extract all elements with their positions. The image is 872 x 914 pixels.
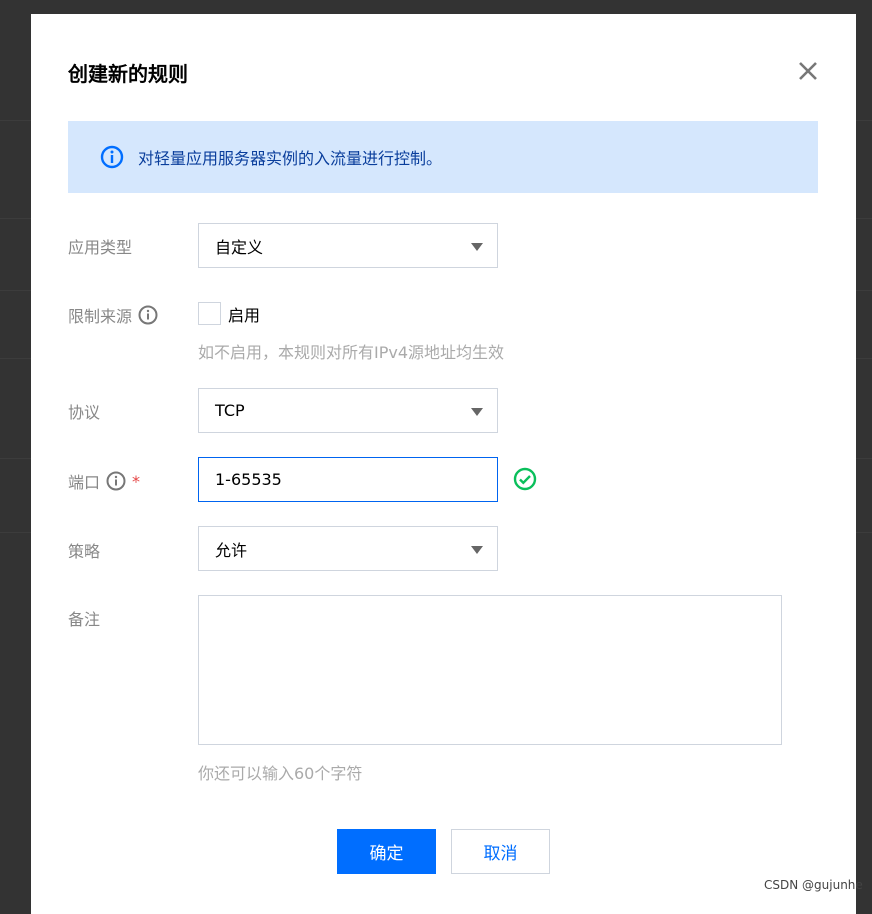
protocol-select[interactable]: TCP <box>198 388 498 433</box>
alert-text: 对轻量应用服务器实例的入流量进行控制。 <box>138 149 443 168</box>
remark-hint: 你还可以输入60个字符 <box>198 764 363 783</box>
check-circle-icon <box>513 467 537 491</box>
source-label: 限制来源 <box>68 303 158 327</box>
dialog-title: 创建新的规则 <box>68 62 188 86</box>
close-icon[interactable] <box>795 58 821 84</box>
create-rule-dialog: 创建新的规则 对轻量应用服务器实例的入流量进行控制。 应用类型 自定义 限制来源… <box>31 14 856 914</box>
port-label: 端口 * <box>68 469 140 493</box>
enable-source-checkbox[interactable] <box>198 302 221 325</box>
enable-source-label: 启用 <box>228 306 261 325</box>
port-label-text: 端口 <box>68 473 101 492</box>
policy-label: 策略 <box>68 542 101 561</box>
protocol-label: 协议 <box>68 403 101 422</box>
info-circle-icon <box>100 145 124 169</box>
chevron-down-icon <box>471 546 483 554</box>
remark-label: 备注 <box>68 610 101 629</box>
policy-select[interactable]: 允许 <box>198 526 498 571</box>
info-alert: 对轻量应用服务器实例的入流量进行控制。 <box>68 121 818 193</box>
port-input[interactable]: 1-65535 <box>198 457 498 502</box>
source-hint: 如不启用，本规则对所有IPv4源地址均生效 <box>198 343 505 362</box>
required-mark: * <box>132 471 141 491</box>
chevron-down-icon <box>471 243 483 251</box>
app-type-value: 自定义 <box>215 237 264 257</box>
chevron-down-icon <box>471 408 483 416</box>
source-label-text: 限制来源 <box>68 307 133 326</box>
app-type-select[interactable]: 自定义 <box>198 223 498 268</box>
info-icon[interactable] <box>106 471 126 491</box>
policy-value: 允许 <box>215 540 248 560</box>
cancel-button[interactable]: 取消 <box>451 829 550 874</box>
info-icon[interactable] <box>138 305 158 325</box>
confirm-button[interactable]: 确定 <box>337 829 436 874</box>
watermark: CSDN @gujunhe <box>764 878 863 892</box>
remark-textarea[interactable] <box>198 595 782 745</box>
protocol-value: TCP <box>215 401 245 420</box>
app-type-label: 应用类型 <box>68 238 133 257</box>
port-value: 1-65535 <box>215 470 282 489</box>
